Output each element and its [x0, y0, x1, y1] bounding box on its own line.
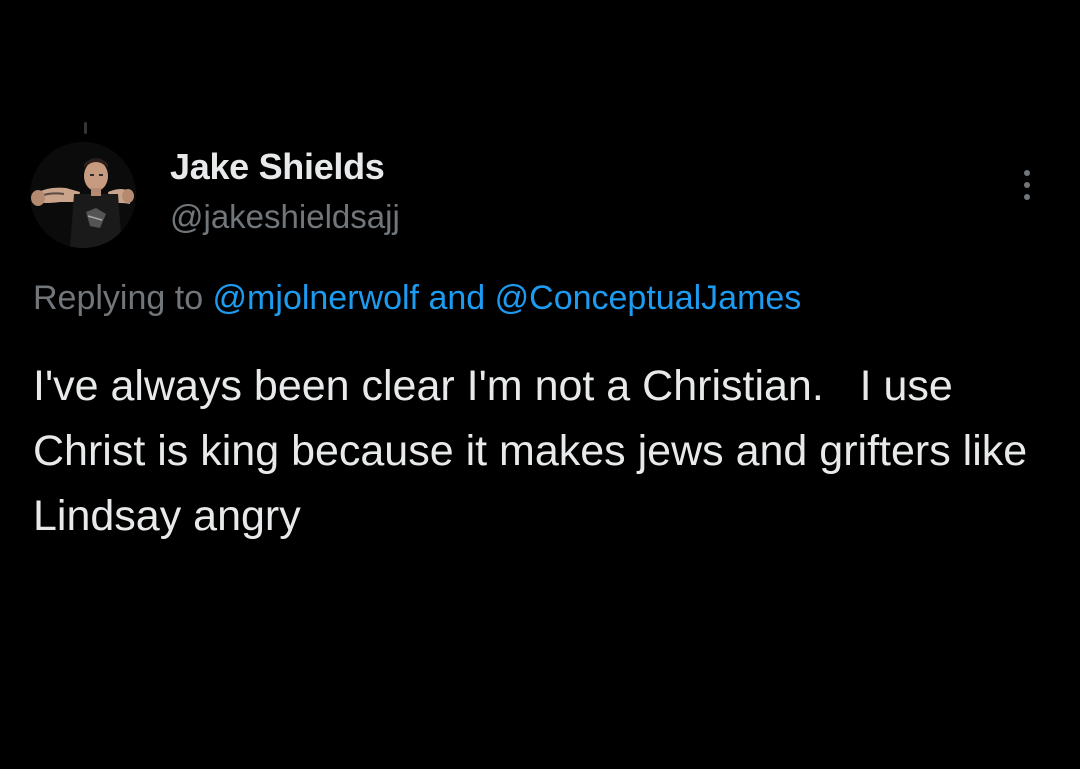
mention-conjunction[interactable]: and	[419, 279, 495, 317]
author-handle[interactable]: @jakeshieldsajj	[170, 198, 400, 236]
author-name[interactable]: Jake Shields	[170, 146, 385, 188]
replying-to-line: Replying to @mjolnerwolf and @Conceptual…	[33, 279, 801, 318]
more-vertical-icon	[1024, 170, 1030, 176]
avatar-image	[30, 142, 136, 248]
more-vertical-icon	[1024, 194, 1030, 200]
avatar[interactable]	[30, 142, 136, 248]
mention-link[interactable]: @ConceptualJames	[495, 279, 802, 317]
more-options-button[interactable]	[1010, 164, 1044, 206]
tweet-text: I've always been clear I'm not a Christi…	[33, 362, 1040, 540]
thread-connector-line	[84, 122, 87, 134]
mention-link[interactable]: @mjolnerwolf	[213, 279, 419, 317]
more-vertical-icon	[1024, 182, 1030, 188]
replying-to-label: Replying to	[33, 279, 213, 317]
